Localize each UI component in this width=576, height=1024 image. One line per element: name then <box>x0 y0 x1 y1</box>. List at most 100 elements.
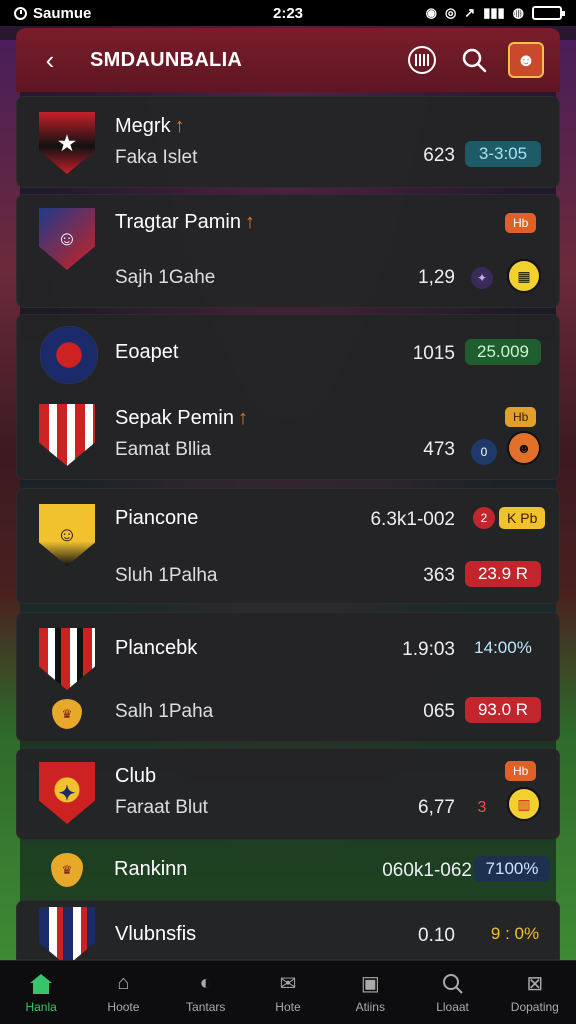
chat-icon: ▣ <box>360 973 380 995</box>
score-badge: 14:00% <box>474 638 532 657</box>
club-crest <box>37 627 97 691</box>
up-arrow-icon: ↑ <box>244 211 255 233</box>
club-subtitle: Eamat Bllia <box>115 439 212 460</box>
stats-button[interactable] <box>402 40 442 80</box>
bottom-nav: Hanla ⌂ Hoote ◐ Tantars ✉ Hote ▣ Atiins … <box>0 960 576 1024</box>
alarm-icon: ◉ <box>425 5 437 20</box>
club-value-secondary: 363 <box>423 565 455 586</box>
club-name: Megrk ↑ <box>115 115 185 138</box>
status-icons: ◉ ◎ ↗ ▮▮▮ ◍ <box>362 5 565 21</box>
search-button[interactable] <box>454 40 494 80</box>
club-value: 6,77 <box>418 797 455 818</box>
club-value: 0.10 <box>418 925 455 946</box>
club-name: Piancone <box>115 507 199 529</box>
club-name: Tragtar Pamin ↑ <box>115 211 255 234</box>
carrier-label: Saumue <box>33 4 92 22</box>
signal-bars-icon: ▮▮▮ <box>483 5 505 20</box>
club-mini-crest-icon: ▥ <box>507 787 541 821</box>
club-name: Vlubnsfis <box>115 923 197 945</box>
nav-label: Lloaat <box>436 999 469 1014</box>
back-button[interactable]: ‹ <box>30 40 70 80</box>
list-item[interactable]: ♛ Rankinn 060k1-062 7100% <box>16 846 560 894</box>
nav-item-lloaat[interactable]: Lloaat <box>418 972 488 1014</box>
nav-label: Tantars <box>186 999 226 1014</box>
nav-item-dopating[interactable]: ⊠ Dopating <box>500 972 570 1014</box>
battery-icon <box>532 6 565 20</box>
club-value: 473 <box>423 439 455 460</box>
rank-badge: 0 <box>471 439 497 465</box>
club-name-text: Sepak Pemin <box>115 407 234 429</box>
bars-icon <box>408 46 436 74</box>
status-tag: Hb <box>505 407 537 427</box>
shield-icon: ✦ <box>39 762 95 824</box>
wifi-icon: ◍ <box>512 5 524 20</box>
club-crest <box>37 403 97 467</box>
search-icon <box>440 972 466 996</box>
signal-arrow-icon: ↗ <box>464 5 476 20</box>
player-portrait-icon: ☺ <box>39 208 95 270</box>
shield-icon: ★ <box>39 112 95 174</box>
club-value: 623 <box>423 145 455 166</box>
score-badge: 23.9 R <box>465 561 541 587</box>
club-crest: ☺ <box>37 503 97 567</box>
club-name: Club <box>115 765 157 787</box>
list-item[interactable]: ★ Megrk ↑ Faka Islet 623 3-3:05 <box>16 96 560 188</box>
list-item[interactable]: ☺ Tragtar Pamin ↑ Hb Sajh 1Gahe 1,29 ✦ ▦ <box>16 194 560 308</box>
striped-shield-icon <box>39 628 95 690</box>
striped-shield-icon <box>39 907 95 963</box>
nav-label: Hanla <box>25 999 57 1014</box>
inbox-icon: ⊠ <box>526 973 544 995</box>
score-badge-secondary: 93.0 R <box>465 697 541 723</box>
nav-item-home[interactable]: Hanla <box>6 972 76 1014</box>
club-crest <box>39 323 99 387</box>
page-title: SMDAUNBALIA <box>90 48 243 71</box>
club-name: Rankinn <box>114 858 188 880</box>
club-value: 6.3k1-002 <box>370 509 455 530</box>
club-subtitle: Salh 1Paha <box>115 701 214 722</box>
nav-label: Hoote <box>107 999 140 1014</box>
sparkle-icon: ✦ <box>471 267 493 289</box>
round-crest-icon <box>40 326 98 384</box>
club-subtitle: Sajh 1Gahe <box>115 267 216 288</box>
club-mini-crest-icon: ▦ <box>507 259 541 293</box>
nav-label: Dopating <box>510 999 559 1014</box>
status-left: Saumue <box>14 5 214 22</box>
small-crest-icon: ♛ <box>51 853 83 887</box>
score-badge: 25.009 <box>465 339 541 365</box>
striped-shield-icon <box>39 404 95 466</box>
rank-badge: 2 <box>473 507 495 529</box>
nav-item-hote[interactable]: ✉ Hote <box>253 972 323 1014</box>
status-tag: Hb <box>505 213 537 233</box>
nav-item-hoote[interactable]: ⌂ Hoote <box>88 972 158 1014</box>
up-arrow-icon: ↑ <box>174 115 185 137</box>
club-value: 1015 <box>412 343 455 364</box>
profile-button[interactable]: ☻ <box>506 40 546 80</box>
list-item[interactable]: Eoapet 1015 25.009 Sepak Pemin ↑ Hb Eamat… <box>16 314 560 480</box>
score-badge: 3-3:05 <box>465 141 541 167</box>
clock-icon <box>14 6 27 20</box>
list-item[interactable]: Vlubnsfis 0.10 9 : 0% <box>16 900 560 963</box>
nav-item-tantars[interactable]: ◐ Tantars <box>171 972 241 1014</box>
score-badge: 9 : 0% <box>490 924 540 943</box>
club-subtitle: Sluh 1Palha <box>115 565 218 586</box>
building-icon: ⌂ <box>117 972 130 994</box>
list-item[interactable]: ✦ Club Hb Faraat Blut 6,77 3 ▥ <box>16 748 560 840</box>
list-item[interactable]: ☺ Piancone 6.3k1-002 2 K Pb Sluh 1Palha … <box>16 488 560 604</box>
club-crest: ☺ <box>37 207 97 271</box>
club-name: Plancebk <box>115 637 198 659</box>
target-icon: ◎ <box>444 5 457 20</box>
player-portrait-icon: ☺ <box>39 504 95 566</box>
avatar: ☻ <box>508 42 544 78</box>
club-name: Eoapet <box>115 341 179 363</box>
club-name-text: Tragtar Pamin <box>115 211 241 233</box>
list-item[interactable]: Plancebk 1.9:03 14:00% ♛ Salh 1Paha 065 … <box>16 612 560 742</box>
small-crest-icon: ♛ <box>52 699 82 729</box>
nav-item-atiins[interactable]: ▣ Atiins <box>335 972 405 1014</box>
rank-badge: 3 <box>477 799 487 816</box>
search-icon <box>462 48 487 73</box>
club-value: 1,29 <box>418 267 455 288</box>
club-crest: ★ <box>37 111 97 175</box>
club-crest <box>37 907 97 963</box>
status-tag: Hb <box>505 761 537 781</box>
mail-icon: ✉ <box>279 973 297 995</box>
